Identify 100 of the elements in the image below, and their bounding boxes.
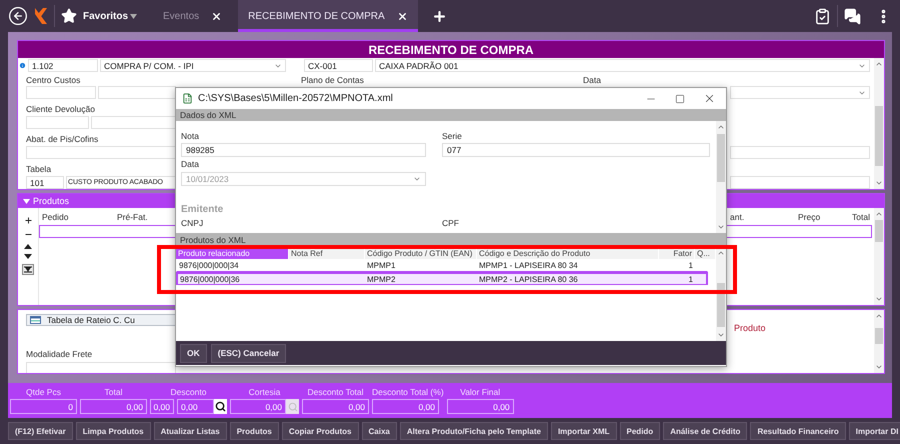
column-header[interactable]: Nota Ref [289,248,364,259]
scroll-down-icon[interactable] [717,223,725,231]
close-icon[interactable] [703,92,716,105]
input-field[interactable] [26,146,176,159]
field-label: Abat. de Pis/Cofins [26,134,98,144]
collapse-icon[interactable] [22,264,34,275]
scroll-thumb[interactable] [875,220,883,242]
scroll-up-icon[interactable] [875,312,883,320]
action-button[interactable]: (F12) Efetivar [8,422,73,440]
total-field[interactable]: 0,00 [230,399,286,414]
add-tab-icon[interactable] [432,8,447,24]
scroll-up-icon[interactable] [875,60,883,68]
column-header[interactable]: ant. [730,212,798,222]
scroll-down-icon[interactable] [875,179,883,187]
scroll-up-icon[interactable] [875,210,883,218]
table-cell-text: 9876|000|000|34 [178,261,240,270]
scroll-thumb[interactable] [875,106,883,166]
scrollbar[interactable] [874,208,884,305]
column-header[interactable]: Produto relacionado [176,248,288,259]
scroll-down-icon[interactable] [875,363,883,371]
field-label: Tabela [26,164,52,174]
dialog-title: C:\SYS\Bases\5\Millen-20572\MPNOTA.xml [198,93,393,104]
back-icon[interactable] [8,6,28,26]
clipboard-check-icon[interactable] [814,8,831,24]
tab[interactable]: RECEBIMENTO DE COMPRA [238,0,418,32]
action-button[interactable]: Resultado Financeiro [750,422,846,440]
select-field[interactable] [26,362,176,373]
input-field[interactable] [26,116,89,129]
column-header[interactable]: Q... [695,248,715,259]
maximize-icon[interactable] [675,94,685,104]
star-icon[interactable] [61,8,77,24]
input-field[interactable] [98,86,176,99]
scroll-up-icon[interactable] [717,123,725,131]
close-icon[interactable] [211,10,222,22]
action-button[interactable]: Produtos [230,422,279,440]
action-button[interactable]: Pedido [620,422,660,440]
input-field[interactable]: 077 [442,143,710,157]
favorites-menu[interactable]: Favoritos [83,10,138,22]
section-label: Emitente [181,204,224,215]
total-label: Desconto [170,387,208,397]
scroll-thumb[interactable] [875,328,883,344]
scrollbar[interactable] [716,247,726,341]
action-button[interactable]: Atualizar Listas [154,422,227,440]
dialog-button[interactable]: OK [180,344,207,362]
column-header[interactable]: Preço [798,212,852,222]
total-field[interactable]: 0,00 [372,399,439,414]
move-up-icon[interactable] [24,244,32,249]
action-button[interactable]: Copiar Produtos [282,422,358,440]
table-cell-text: MPMP2 - LAPISEIRA 80 36 [478,274,579,284]
column-header[interactable]: Fator [659,248,694,259]
input-field[interactable]: 989285 [181,143,426,157]
move-down-icon[interactable] [24,254,32,259]
total-field[interactable]: 0,00 [302,399,369,414]
chat-icon[interactable] [844,8,861,24]
add-icon[interactable] [24,216,32,225]
input-field[interactable]: 101 [26,176,64,189]
search-icon[interactable] [214,399,227,414]
action-button[interactable]: Limpa Produtos [76,422,151,440]
tab[interactable]: Eventos [153,0,232,32]
action-button[interactable]: Importar DI [848,422,900,440]
section-header: Dados do XML [176,109,726,121]
close-icon[interactable] [396,10,408,22]
scrollbar[interactable] [874,58,884,189]
table-row[interactable]: 9876|000|000|36 MPMP2 MPMP2 - LAPISEIRA 80 36 1 [176,272,708,285]
action-button[interactable]: Caixa [362,422,397,440]
total-field[interactable]: 0 [10,399,77,414]
field-label: CNPJ [181,218,204,228]
select-field[interactable]: CAIXA PADRÃO 001 [375,59,870,72]
input-field[interactable] [730,176,870,189]
input-field[interactable] [730,146,870,159]
input-field[interactable]: CX-001 [304,59,373,72]
column-header[interactable]: Pedido [42,212,117,222]
scroll-down-icon[interactable] [875,295,883,303]
action-button[interactable]: Altera Produto/Ficha pelo Template [400,422,548,440]
column-header[interactable]: Código e Descrição do Produto [477,248,658,259]
scrollbar[interactable] [874,310,884,373]
scroll-thumb[interactable] [717,283,725,327]
input-field[interactable] [26,86,96,99]
table-row[interactable]: 9876|000|000|34 MPMP1 MPMP1 - LAPISEIRA 80 34 1 [176,259,708,272]
select-field[interactable]: COMPRA P/ COM. - IPI [100,59,286,72]
column-header[interactable]: Código Produto / GTIN (EAN) [365,248,476,259]
total-label: Desconto Total (%) [372,387,444,397]
info-icon[interactable] [19,62,26,69]
input-field[interactable]: 1.102 [28,59,98,72]
action-button[interactable]: Importar XML [550,422,617,440]
total-field[interactable]: 0,00 [446,399,514,414]
apportion-button[interactable]: Tabela de Rateio C. Cu [26,314,176,326]
scrollbar[interactable] [716,121,726,233]
column-header[interactable]: Pré-Fat. [117,212,179,222]
column-header[interactable]: Total [852,212,870,222]
dialog-button[interactable]: (ESC) Cancelar [210,344,286,362]
total-field[interactable]: 0,00 [177,399,214,414]
scroll-down-icon[interactable] [717,331,725,339]
action-button[interactable]: Análise de Crédito [663,422,748,440]
total-field[interactable]: 0,00 [150,399,174,414]
scroll-thumb[interactable] [717,134,725,182]
input-field[interactable] [91,116,176,129]
select-field[interactable] [730,86,870,99]
scroll-up-icon[interactable] [717,249,725,257]
total-field[interactable]: 0,00 [80,399,147,414]
